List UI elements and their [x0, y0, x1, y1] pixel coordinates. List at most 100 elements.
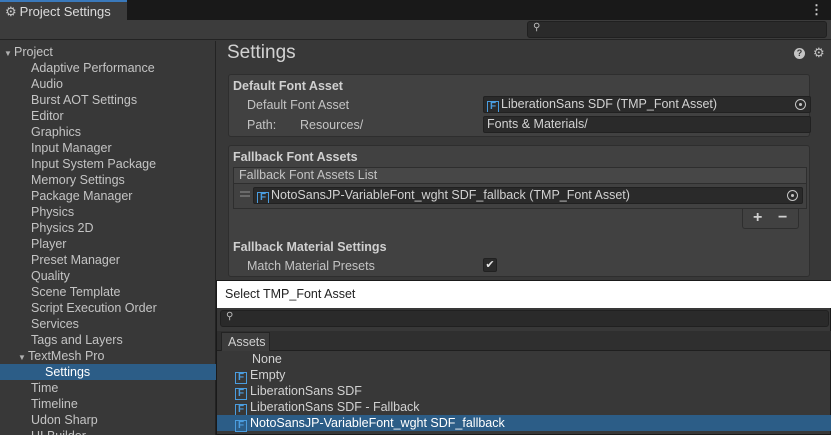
gear-icon: ⚙ [5, 3, 17, 19]
sidebar-item[interactable]: Services [0, 316, 216, 332]
fallback-list-header[interactable]: Fallback Font Assets List [233, 167, 807, 184]
tab-project-settings[interactable]: ⚙ Project Settings [0, 0, 127, 21]
popup-search-input[interactable]: ⚲ [220, 310, 829, 327]
sidebar-item-label: TextMesh Pro [28, 349, 105, 363]
sidebar-item[interactable]: Script Execution Order [0, 300, 216, 316]
sidebar-item-label: Script Execution Order [31, 301, 157, 315]
help-icon[interactable]: ? [794, 48, 805, 59]
font-asset-icon: F [257, 192, 269, 203]
sidebar-item[interactable]: Settings [0, 364, 216, 380]
default-font-asset-value: LiberationSans SDF (TMP_Font Asset) [501, 97, 718, 111]
popup-list-item-label: Empty [250, 368, 286, 382]
sidebar-item-label: Project [14, 45, 53, 59]
popup-list-item-label: None [252, 352, 282, 366]
sidebar-item-label: Physics [31, 205, 75, 219]
default-font-section-title: Default Font Asset [233, 79, 343, 93]
sidebar-item[interactable]: Preset Manager [0, 252, 216, 268]
tab-assets[interactable]: Assets [221, 332, 270, 351]
sidebar-item-label: Settings [45, 365, 91, 379]
sidebar-item-label: Udon Sharp [31, 413, 98, 427]
sidebar-item-label: Physics 2D [31, 221, 94, 235]
sidebar-item[interactable]: Graphics [0, 124, 216, 140]
object-picker-icon[interactable] [787, 190, 798, 201]
popup-list-item[interactable]: None [217, 351, 831, 367]
font-asset-icon: F [487, 101, 499, 112]
sidebar-item-label: Quality [31, 269, 70, 283]
sidebar-item-label: Tags and Layers [31, 333, 123, 347]
sidebar-item[interactable]: Burst AOT Settings [0, 92, 216, 108]
page-title: Settings [227, 42, 296, 63]
sidebar-item-label: Input Manager [31, 141, 112, 155]
popup-list-item[interactable]: F Empty [217, 367, 831, 384]
sidebar-item[interactable]: ▼ TextMesh Pro [0, 348, 216, 364]
sidebar-item[interactable]: Memory Settings [0, 172, 216, 188]
sidebar-item-label: Time [31, 381, 59, 395]
popup-list-item-label: LiberationSans SDF - Fallback [250, 400, 420, 414]
sidebar-item-label: Adaptive Performance [31, 61, 155, 75]
sidebar-item-label: Burst AOT Settings [31, 93, 138, 107]
path-field[interactable]: Fonts & Materials/ [483, 116, 811, 133]
sidebar-item[interactable]: Time [0, 380, 216, 396]
object-picker-icon[interactable] [795, 99, 806, 110]
default-font-section: Default Font Asset Default Font Asset FL… [228, 74, 811, 137]
fallback-list-body: F NotoSansJP-VariableFont_wght SDF_fallba… [233, 184, 807, 209]
font-asset-icon: F [235, 420, 247, 432]
settings-gear-icon[interactable]: ⚙ [813, 45, 825, 61]
popup-title: Select TMP_Font Asset [217, 281, 831, 308]
search-icon: ⚲ [226, 311, 234, 322]
popup-list-item[interactable]: F NotoSansJP-VariableFont_wght SDF_fallba… [217, 415, 831, 432]
popup-list-item-label: NotoSansJP-VariableFont_wght SDF_fallbac… [250, 416, 505, 430]
sidebar-item[interactable]: Input System Package [0, 156, 216, 172]
fallback-font-section: Fallback Font Assets Fallback Font Asset… [228, 145, 810, 277]
sidebar-item-label: Package Manager [31, 189, 133, 203]
sidebar-item[interactable]: Package Manager [0, 188, 216, 204]
window-menu-icon[interactable]: ⋮ [810, 2, 823, 18]
fallback-section-title: Fallback Font Assets [233, 150, 358, 164]
fallback-font-item-value: NotoSansJP-VariableFont_wght SDF_fallbac… [271, 188, 630, 202]
sidebar-item[interactable]: Player [0, 236, 216, 252]
default-font-asset-field[interactable]: F LiberationSans SDF (TMP_Font Asset) [483, 96, 811, 113]
sidebar-item[interactable]: Scene Template [0, 284, 216, 300]
sidebar-item-label: Player [31, 237, 67, 251]
popup-list-item[interactable]: F LiberationSans SDF [217, 383, 831, 400]
match-material-presets-label: Match Material Presets [247, 259, 375, 273]
sidebar-item-label: Input System Package [31, 157, 157, 171]
sidebar-item[interactable]: Physics 2D [0, 220, 216, 236]
popup-list-item-label: LiberationSans SDF [250, 384, 362, 398]
path-prefix: Resources/ [300, 118, 364, 132]
sidebar-item-label: Timeline [31, 397, 78, 411]
add-item-button[interactable]: + [753, 209, 762, 227]
sidebar-item-label: Editor [31, 109, 64, 123]
sidebar-item[interactable]: Udon Sharp [0, 412, 216, 428]
settings-search-input[interactable]: ⚲ [527, 21, 827, 38]
fallback-font-item-field[interactable]: F NotoSansJP-VariableFont_wght SDF_fallba… [253, 187, 803, 204]
list-add-remove: + − [742, 209, 799, 229]
sidebar-item[interactable]: Audio [0, 76, 216, 92]
settings-sidebar: ▼ Project Adaptive Performance Audio Burst A… [0, 41, 216, 435]
sidebar-item-label: Services [31, 317, 79, 331]
sidebar-item[interactable]: ▼ Project [0, 44, 216, 60]
select-font-asset-popup: Select TMP_Font Asset ⚲ Assets None F Empt… [216, 280, 831, 435]
sidebar-item[interactable]: Tags and Layers [0, 332, 216, 348]
sidebar-item-label: Memory Settings [31, 173, 125, 187]
sidebar-item[interactable]: UI Builder [0, 428, 216, 435]
sidebar-item[interactable]: Timeline [0, 396, 216, 412]
sidebar-item[interactable]: Editor [0, 108, 216, 124]
drag-handle-icon[interactable] [240, 191, 250, 197]
sidebar-item[interactable]: Input Manager [0, 140, 216, 156]
sidebar-item-label: Scene Template [31, 285, 121, 299]
match-material-presets-checkbox[interactable]: ✔ [483, 258, 497, 272]
window-tab-bar: ⚙ Project Settings ⋮ [0, 0, 831, 21]
sidebar-item-label: Preset Manager [31, 253, 120, 267]
sidebar-item[interactable]: Adaptive Performance [0, 60, 216, 76]
popup-tab-bar: Assets [217, 331, 831, 351]
sidebar-item-label: UI Builder [31, 429, 86, 435]
sidebar-item[interactable]: Quality [0, 268, 216, 284]
sidebar-item-label: Graphics [31, 125, 82, 139]
popup-list-item[interactable]: F LiberationSans SDF - Fallback [217, 399, 831, 416]
search-icon: ⚲ [533, 22, 541, 33]
fallback-material-section-title: Fallback Material Settings [233, 240, 387, 254]
tab-title: Project Settings [19, 4, 111, 19]
remove-item-button[interactable]: − [778, 209, 787, 227]
sidebar-item[interactable]: Physics [0, 204, 216, 220]
